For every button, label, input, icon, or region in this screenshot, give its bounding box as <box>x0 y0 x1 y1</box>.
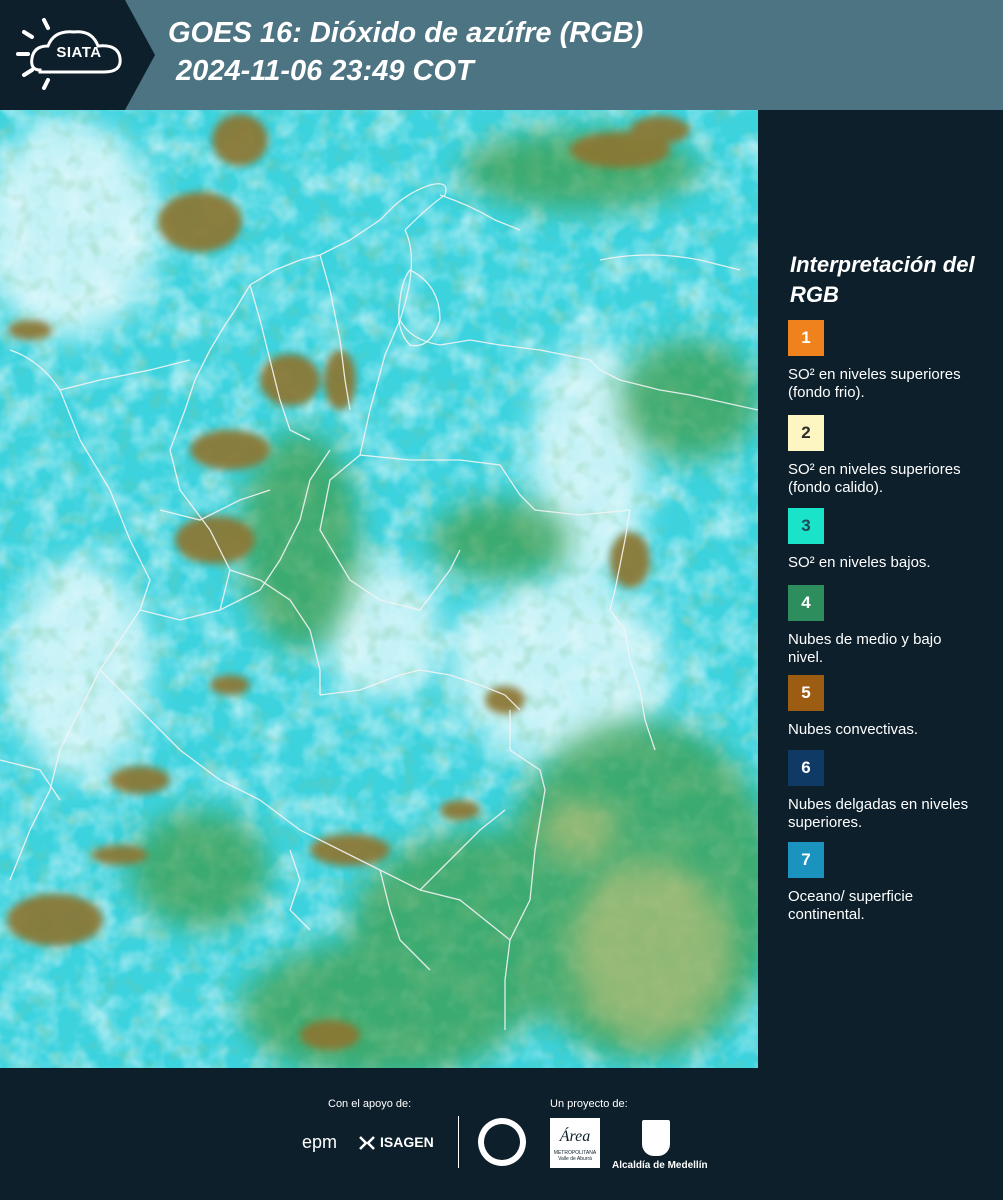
legend-item: 3 SO² en niveles bajos. <box>788 508 978 572</box>
support-label: Con el apoyo de: <box>328 1098 412 1110</box>
legend-swatch: 7 <box>788 842 824 878</box>
legend-item: 1 SO² en niveles superiores (fondo frio). <box>788 320 978 402</box>
legend-item: 5 Nubes convectivas. <box>788 675 978 739</box>
header: SIATA GOES 16: Dióxido de azúfre (RGB) 2… <box>0 0 1003 110</box>
legend-title: Interpretación del RGB <box>790 252 975 307</box>
legend-panel: Interpretación del RGB 1 SO² en niveles s… <box>758 110 1003 1068</box>
legend-swatch: 1 <box>788 320 824 356</box>
legend-text: Nubes de medio y bajo nivel. <box>788 631 942 666</box>
legend-item: 6 Nubes delgadas en niveles superiores. <box>788 750 978 832</box>
legend-text: SO² en niveles bajos. <box>788 554 931 571</box>
legend-item: 7 Oceano/ superficie continental. <box>788 842 978 924</box>
medellin-university-seal-icon <box>478 1118 526 1166</box>
isagen-text: ISAGEN <box>380 1134 434 1150</box>
footer: Con el apoyo de: Un proyecto de: epm ISA… <box>0 1068 1003 1200</box>
epm-logo: epm <box>302 1132 338 1152</box>
title-line-1: GOES 16: Dióxido de azúfre (RGB) <box>168 17 644 49</box>
legend-text: Nubes convectivas. <box>788 721 919 738</box>
footer-divider <box>458 1116 459 1168</box>
project-label: Un proyecto de: <box>550 1098 628 1110</box>
legend-text: SO² en niveles superiores (fondo calido)… <box>788 461 961 496</box>
satellite-map <box>0 110 758 1068</box>
siata-logo-text: SIATA <box>56 44 102 61</box>
legend-swatch: 3 <box>788 508 824 544</box>
alcaldia-shield-icon <box>642 1120 670 1156</box>
alcaldia-label: Alcaldía de Medellín <box>612 1160 708 1171</box>
isagen-mark-icon <box>359 1136 375 1150</box>
legend-swatch: 5 <box>788 675 824 711</box>
legend-swatch: 4 <box>788 585 824 621</box>
title-line-2: 2024-11-06 23:49 COT <box>168 55 474 87</box>
legend-text: Oceano/ superficie continental. <box>788 888 914 923</box>
legend-swatch: 6 <box>788 750 824 786</box>
area-logo-text: Área <box>559 1128 591 1145</box>
page-title: GOES 16: Dióxido de azúfre (RGB) 2024-11… <box>168 14 643 90</box>
siata-logo: SIATA <box>0 0 155 110</box>
area-metropolitana-logo: Área METROPOLITANA Valle de Aburrá <box>550 1118 600 1168</box>
area-logo-subtext: METROPOLITANA Valle de Aburrá <box>553 1150 597 1162</box>
legend-swatch: 2 <box>788 415 824 451</box>
legend-item: 4 Nubes de medio y bajo nivel. <box>788 585 978 667</box>
legend-item: 2 SO² en niveles superiores (fondo calido… <box>788 415 978 497</box>
legend-text: SO² en niveles superiores (fondo frio). <box>788 366 961 401</box>
legend-text: Nubes delgadas en niveles superiores. <box>788 796 969 831</box>
